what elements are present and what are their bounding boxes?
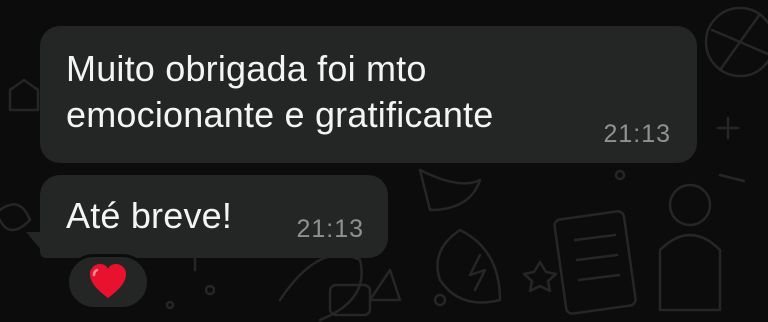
message-text: Muito obrigada foi mto emocionante e gra… [66, 46, 586, 138]
message-bubble-1[interactable]: Muito obrigada foi mto emocionante e gra… [40, 26, 697, 163]
message-timestamp: 21:13 [603, 120, 671, 148]
chat-view: Muito obrigada foi mto emocionante e gra… [0, 0, 768, 322]
message-bubble-2[interactable]: Até breve! 21:13 [40, 175, 388, 258]
message-reaction[interactable] [66, 254, 150, 310]
message-text-line-1: Muito obrigada foi mto [66, 48, 427, 89]
heart-emoji-icon [90, 264, 126, 298]
message-text: Até breve! [66, 195, 233, 236]
message-text-line-2: emocionante e gratificante [66, 94, 494, 135]
message-timestamp: 21:13 [296, 215, 364, 243]
